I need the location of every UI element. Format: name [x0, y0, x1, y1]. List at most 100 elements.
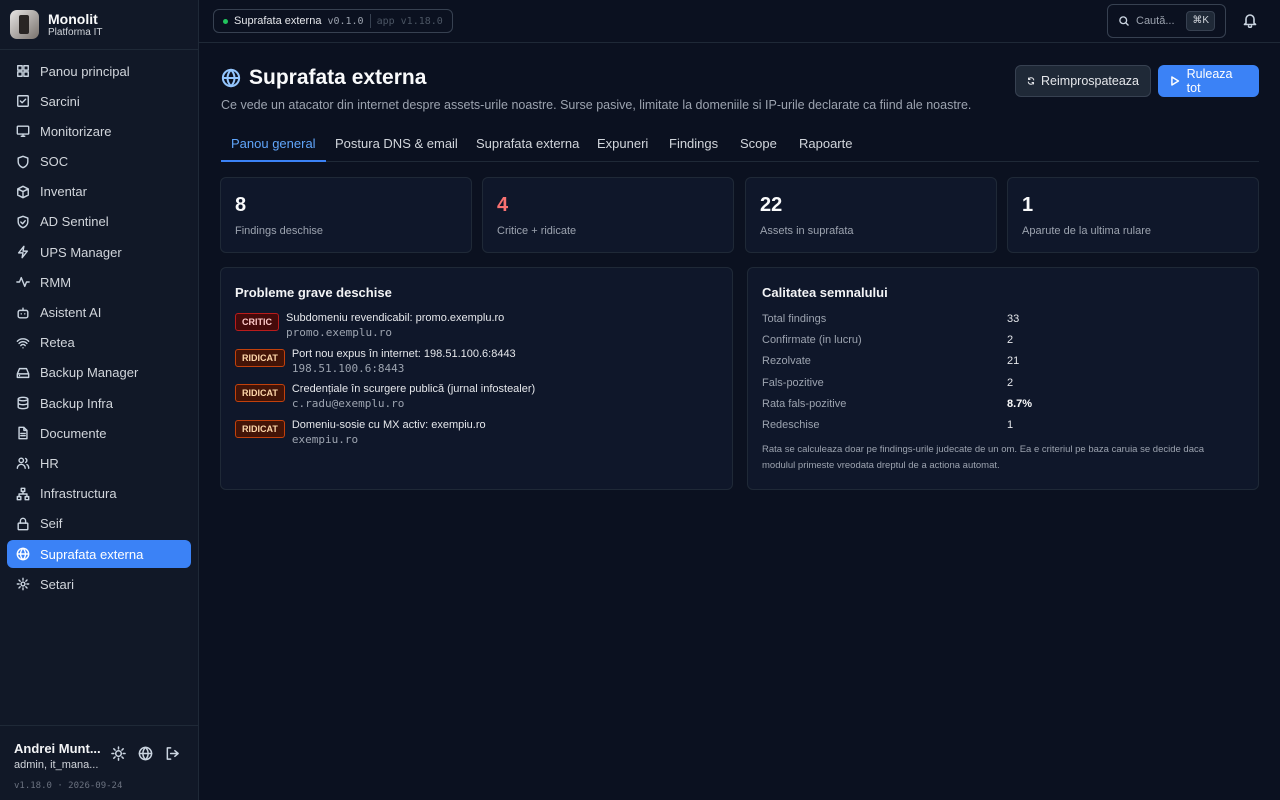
sidebar-nav: Panou principal Sarcini Monitorizare SOC… — [7, 57, 191, 600]
sidebar-item-rmm[interactable]: RMM — [7, 268, 191, 296]
sidebar-item-seif[interactable]: Seif — [7, 510, 191, 538]
sidebar-item-label: Monitorizare — [40, 123, 112, 139]
status-dot — [223, 18, 228, 24]
sidebar-item-infrastructura[interactable]: Infrastructura — [7, 480, 191, 508]
issue-item[interactable]: CRITIC Subdomeniu revendicabil: promo.ex… — [235, 311, 504, 340]
shield-check-icon — [16, 215, 30, 229]
tab-rapoarte[interactable]: Rapoarte — [799, 130, 852, 162]
app-version-badge: app v1.18.0 — [376, 15, 443, 27]
shortcut-badge: ⌘K — [1186, 11, 1215, 31]
tab-scope[interactable]: Scope — [740, 130, 777, 162]
checkbox-icon — [16, 94, 30, 108]
issue-target: exempiu.ro — [291, 433, 359, 446]
issue-item[interactable]: RIDICAT Credențiale în scurgere publică … — [235, 382, 535, 411]
user-role: admin, it_mana... — [14, 759, 99, 771]
card-title: Calitatea semnalului — [762, 285, 888, 300]
issue-item[interactable]: RIDICAT Domeniu-sosie cu MX activ: exemp… — [235, 418, 486, 447]
stat-value: 22 — [760, 194, 783, 216]
shield-icon — [16, 155, 30, 169]
metric-value: 21 — [1007, 355, 1020, 367]
sidebar-item-hr[interactable]: HR — [7, 449, 191, 477]
brand-logo — [10, 10, 39, 39]
issue-title: Subdomeniu revendicabil: promo.exemplu.r… — [286, 312, 505, 324]
gear-icon — [16, 577, 30, 591]
page-header: Suprafata externa — [221, 66, 426, 90]
dashboard-icon — [16, 64, 30, 78]
issue-title: Domeniu-sosie cu MX activ: exempiu.ro — [291, 419, 486, 431]
globe-icon[interactable] — [138, 746, 153, 764]
sidebar-item-label: Backup Infra — [40, 395, 113, 411]
tab-expuneri[interactable]: Expuneri — [597, 130, 648, 162]
sidebar-item-label: AD Sentinel — [40, 214, 109, 230]
tab-postura-dns[interactable]: Postura DNS & email — [335, 130, 458, 162]
search-input[interactable]: Caută... ⌘K — [1107, 4, 1226, 38]
sidebar-item-label: Documente — [40, 425, 107, 441]
sidebar-item-ad-sentinel[interactable]: AD Sentinel — [7, 208, 191, 236]
sidebar-item-label: Sarcini — [40, 93, 80, 109]
run-all-button[interactable]: Ruleaza tot — [1158, 65, 1259, 97]
metric-value: 2 — [1007, 334, 1014, 346]
sidebar-item-inventar[interactable]: Inventar — [7, 178, 191, 206]
database-icon — [16, 396, 30, 410]
sidebar-item-label: Suprafata externa — [40, 546, 144, 562]
stat-label: Critice + ridicate — [497, 225, 577, 237]
globe-icon — [221, 68, 241, 88]
metric-label: Total findings — [762, 313, 827, 325]
wifi-icon — [16, 336, 30, 350]
users-icon — [16, 456, 30, 470]
brand[interactable]: Monolit Platforma IT — [0, 0, 198, 50]
sidebar-item-label: UPS Manager — [40, 244, 122, 260]
metric-value: 1 — [1007, 419, 1014, 431]
breadcrumb[interactable]: Suprafata externa v0.1.0 app v1.18.0 — [213, 9, 453, 33]
sidebar-item-label: Infrastructura — [40, 486, 117, 502]
notifications-button[interactable] — [1242, 12, 1258, 31]
file-icon — [16, 426, 30, 440]
sidebar-item-label: HR — [40, 455, 59, 471]
signal-quality-card: Calitatea semnalului Total findings 33 C… — [747, 267, 1259, 490]
quality-note: Rata se calculeaza doar pe findings-uril… — [762, 444, 1205, 471]
sidebar-item-backup-manager[interactable]: Backup Manager — [7, 359, 191, 387]
sidebar-item-setari[interactable]: Setari — [7, 570, 191, 598]
open-issues-card: Probleme grave deschise CRITIC Subdomeni… — [220, 267, 733, 490]
metric-value: 8.7% — [1007, 398, 1033, 410]
stat-card: 4 Critice + ridicate — [482, 177, 734, 253]
activity-icon — [16, 275, 30, 289]
metric-label: Rata fals-pozitive — [762, 398, 847, 410]
network-icon — [16, 487, 30, 501]
tab-findings[interactable]: Findings — [669, 130, 718, 162]
sidebar-item-label: Inventar — [40, 184, 87, 200]
monitor-icon — [16, 124, 30, 138]
refresh-icon — [1027, 77, 1035, 85]
sidebar-item-sarcini[interactable]: Sarcini — [7, 87, 191, 115]
tab-bar: Panou general Postura DNS & email Supraf… — [221, 130, 1259, 162]
tab-panou-general[interactable]: Panou general — [221, 130, 326, 162]
issue-item[interactable]: RIDICAT Port nou expus în internet: 198.… — [235, 347, 516, 376]
user-name[interactable]: Andrei Munt... — [14, 741, 101, 756]
card-title: Probleme grave deschise — [235, 285, 392, 300]
sidebar-item-asistent-ai[interactable]: Asistent AI — [7, 299, 191, 327]
metric-label: Fals-pozitive — [762, 377, 824, 389]
sidebar-item-retea[interactable]: Retea — [7, 329, 191, 357]
bell-icon — [1243, 14, 1257, 29]
sidebar-item-suprafata-externa[interactable]: Suprafata externa — [7, 540, 191, 568]
divider — [369, 14, 371, 28]
refresh-button[interactable]: Reimprospateaza — [1015, 65, 1151, 97]
sidebar-item-soc[interactable]: SOC — [7, 148, 191, 176]
sidebar-item-ups-manager[interactable]: UPS Manager — [7, 238, 191, 266]
severity-badge: RIDICAT — [235, 384, 285, 402]
stat-value: 4 — [497, 194, 509, 216]
search-placeholder: Caută... — [1136, 15, 1175, 27]
sidebar-item-documente[interactable]: Documente — [7, 419, 191, 447]
tab-suprafata-externa[interactable]: Suprafata externa — [476, 130, 579, 162]
sidebar-item-monitorizare[interactable]: Monitorizare — [7, 117, 191, 145]
metric-label: Rezolvate — [762, 355, 811, 367]
stat-value: 1 — [1022, 194, 1034, 216]
sidebar-item-panou-principal[interactable]: Panou principal — [7, 57, 191, 85]
sidebar-item-label: Panou principal — [40, 63, 130, 79]
sidebar-item-backup-infra[interactable]: Backup Infra — [7, 389, 191, 417]
sun-icon[interactable] — [111, 746, 126, 764]
box-icon — [16, 185, 30, 199]
logout-icon[interactable] — [165, 746, 180, 764]
issue-title: Credențiale în scurgere publică (jurnal … — [291, 383, 536, 395]
user-panel: Andrei Munt... admin, it_mana... v1.18.0… — [0, 725, 199, 800]
